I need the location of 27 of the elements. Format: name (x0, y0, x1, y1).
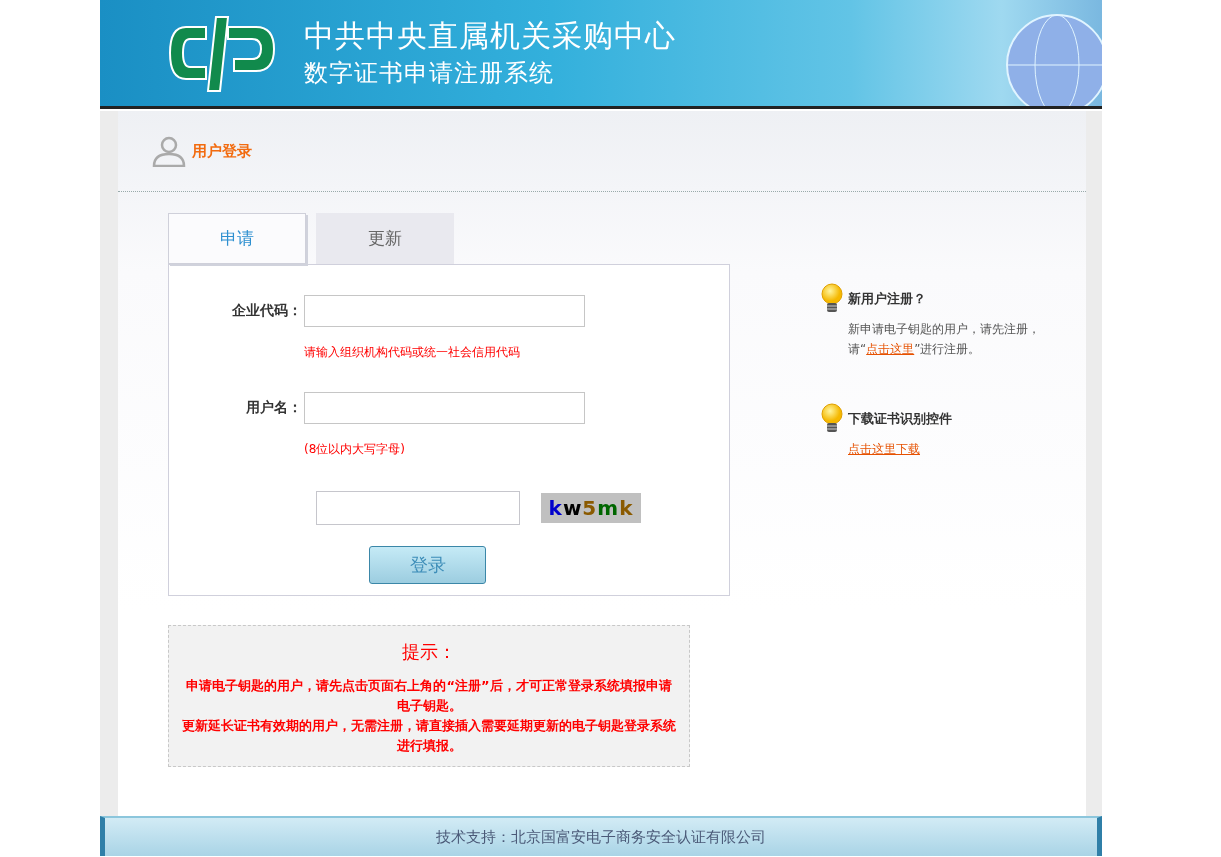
register-note: 新申请电子钥匙的用户，请先注册，请“点击这里”进行注册。 (848, 321, 1041, 358)
field-label: 企业代码： (231, 302, 303, 320)
field-hint: (8位以内大写字母) (304, 441, 406, 458)
info-title: 新用户注册？ (848, 290, 927, 308)
captcha-image: kw5mk (541, 493, 641, 523)
field-hint: 请输入组织机构代码或统一社会信用代码 (304, 344, 521, 361)
notice-text: 更新延长证书有效期的用户，无需注册，请直接插入需要延期更新的电子钥匙登录系统进行填报。 (181, 717, 677, 755)
tab[interactable]: 申请 (168, 213, 306, 264)
login-button[interactable]: 登录 (369, 546, 486, 584)
notice-title: 提示： (401, 640, 457, 664)
info-title: 下载证书识别控件 (848, 410, 953, 428)
lightbulb-icon (820, 403, 844, 435)
site-title: 中共中央直属机关采购中心 (304, 18, 676, 54)
input-field[interactable] (304, 295, 585, 327)
section-title: 用户登录 (192, 141, 252, 161)
input-field[interactable] (304, 392, 585, 424)
user-icon (152, 135, 186, 167)
footer-text: 技术支持：北京国富安电子商务安全认证有限公司 (436, 827, 766, 847)
notice-text: 申请电子钥匙的用户，请先点击页面右上角的“注册”后，才可正常登录系统填报申请电子钥匙。 (185, 677, 673, 715)
register-link[interactable]: 点击这里 (866, 342, 915, 356)
site-subtitle: 数字证书申请注册系统 (304, 58, 555, 88)
lightbulb-icon (820, 283, 844, 315)
logo-icon (166, 13, 278, 93)
download-link[interactable]: 点击这里下载 (848, 442, 920, 456)
captcha-field[interactable] (316, 491, 520, 525)
field-label: 用户名： (245, 399, 303, 417)
tab[interactable]: 更新 (316, 213, 454, 264)
